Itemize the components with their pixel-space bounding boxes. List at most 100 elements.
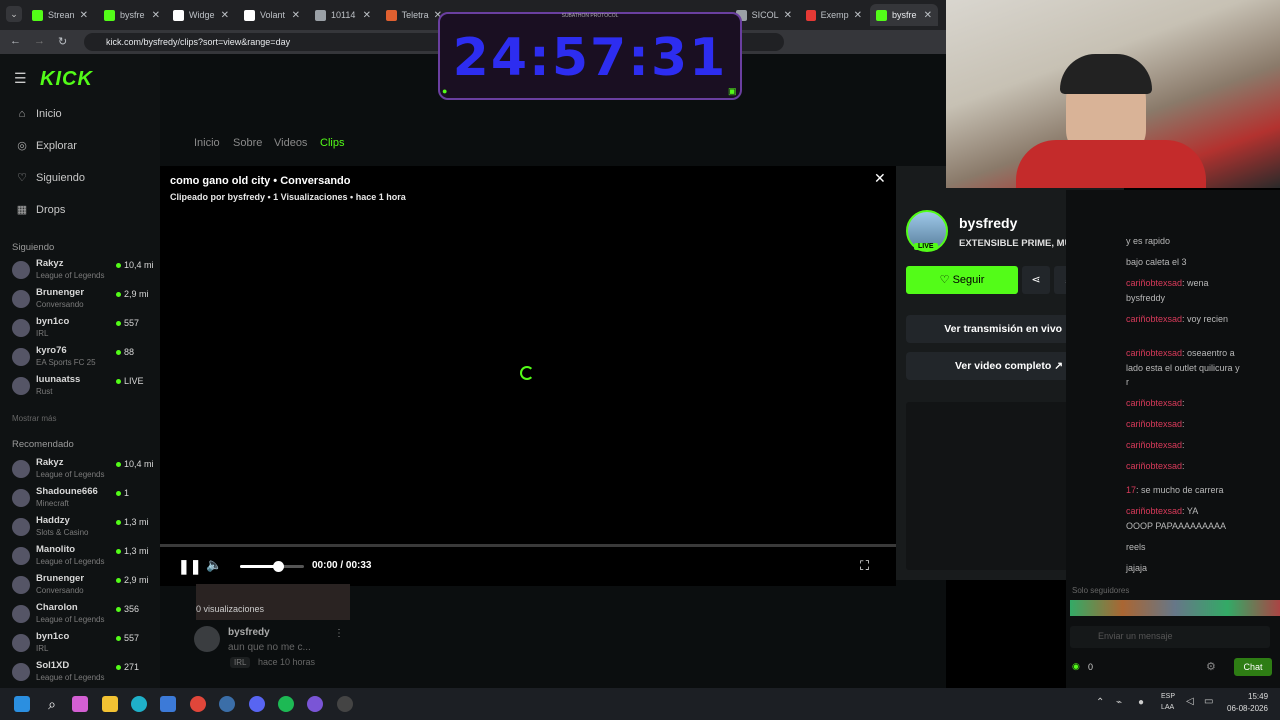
chat-username[interactable]: cariñobtexsad — [1126, 348, 1182, 358]
spotify-icon[interactable] — [278, 696, 294, 712]
favicon-icon — [173, 9, 184, 21]
browser-tab[interactable]: Exemp ✕ — [800, 4, 868, 26]
windows-start-icon[interactable] — [14, 696, 30, 712]
volume-icon[interactable]: 🔈 — [206, 557, 222, 573]
back-icon[interactable]: ← — [10, 35, 21, 47]
more-options-icon[interactable]: ⋮ — [334, 628, 344, 639]
battery-icon[interactable]: ▭ — [1204, 696, 1213, 707]
reload-icon[interactable]: ↻ — [58, 35, 67, 48]
close-icon[interactable]: ✕ — [854, 10, 862, 21]
nav-explorar[interactable]: ◎ Explorar — [16, 140, 77, 152]
pause-icon[interactable]: ❚❚ — [178, 558, 201, 575]
menu-icon[interactable]: ☰ — [14, 70, 27, 87]
close-icon[interactable]: ✕ — [292, 10, 300, 21]
speaker-icon[interactable]: ◁ — [1186, 696, 1194, 707]
favicon-icon — [386, 9, 397, 21]
volume-knob[interactable] — [273, 561, 285, 572]
close-icon[interactable]: ✕ — [80, 10, 88, 21]
close-icon[interactable]: ✕ — [784, 10, 792, 21]
close-icon[interactable]: ✕ — [152, 10, 160, 21]
tray-chevron-icon[interactable]: ⌃ — [1096, 697, 1104, 708]
sidebar-channel[interactable]: Brunenger Conversando 2,9 mi — [12, 573, 160, 601]
chat-message: lado esta el outlet quilicura y — [1126, 363, 1240, 373]
sidebar-channel[interactable]: Charolon League of Legends 356 — [12, 602, 160, 630]
forward-icon[interactable]: → — [34, 35, 45, 47]
share-button[interactable]: ⋖ — [1022, 266, 1050, 294]
nav-siguiendo[interactable]: ♡ Siguiendo — [16, 172, 85, 184]
show-more-link[interactable]: Mostrar más — [12, 414, 56, 423]
sidebar-channel[interactable]: Shadoune666 Minecraft 1 — [12, 486, 160, 514]
tab-list-button[interactable]: ⌄ — [6, 6, 22, 22]
nav-drops[interactable]: ▦ Drops — [16, 204, 66, 216]
gear-icon[interactable]: ⚙ — [1206, 660, 1216, 673]
browser-tab[interactable]: Widge ✕ — [167, 4, 235, 26]
tray-date[interactable]: 06-08-2026 — [1227, 704, 1268, 713]
chat-text: : — [1182, 398, 1185, 408]
chat-username[interactable]: cariñobtexsad — [1126, 419, 1182, 429]
sidebar-channel[interactable]: kyro76 EA Sports FC 25 88 — [12, 345, 160, 373]
chrome-icon[interactable] — [190, 696, 206, 712]
follow-button[interactable]: ♡ Seguir — [906, 266, 1018, 294]
browser-tab[interactable]: bysfre ✕ — [870, 4, 938, 26]
sidebar-channel[interactable]: Rakyz League of Legends 10,4 mi — [12, 457, 160, 485]
sidebar-channel[interactable]: byn1co IRL 557 — [12, 316, 160, 344]
browser-tab[interactable]: 10114 ✕ — [309, 4, 377, 26]
discord-icon[interactable] — [249, 696, 265, 712]
tab-sobre[interactable]: Sobre — [233, 137, 262, 149]
fullscreen-icon[interactable]: ⛶ — [860, 558, 869, 574]
sidebar-channel[interactable]: Haddzy Slots & Casino 1,3 mi — [12, 515, 160, 543]
steam-icon[interactable] — [219, 696, 235, 712]
volume-slider[interactable] — [240, 565, 304, 568]
tab-clips[interactable]: Clips — [320, 137, 344, 149]
channel-category: League of Legends — [36, 557, 105, 566]
sidebar-channel[interactable]: byn1co IRL 557 — [12, 631, 160, 659]
browser-tab[interactable]: Strean ✕ — [26, 4, 94, 26]
sidebar-channel[interactable]: Rakyz League of Legends 10,4 mi — [12, 258, 160, 286]
viewer-count-text: 356 — [124, 604, 140, 614]
sidebar-channel[interactable]: Brunenger Conversando 2,9 mi — [12, 287, 160, 315]
chat-username[interactable]: cariñobtexsad — [1126, 461, 1182, 471]
chat-username[interactable]: cariñobtexsad — [1126, 278, 1182, 288]
tab-inicio[interactable]: Inicio — [194, 137, 220, 149]
edge-icon[interactable] — [131, 696, 147, 712]
panel-channel-name[interactable]: bysfredy — [959, 215, 1017, 231]
channel-category: IRL — [36, 329, 49, 338]
obs-icon[interactable] — [307, 696, 323, 712]
below-channel[interactable]: bysfredy — [228, 627, 270, 638]
search-icon[interactable]: ⌕ — [44, 696, 60, 712]
store-icon[interactable] — [160, 696, 176, 712]
tab-label: bysfre — [120, 10, 145, 20]
close-icon[interactable]: ✕ — [874, 170, 886, 187]
nav-inicio[interactable]: ⌂ Inicio — [16, 108, 62, 120]
file-explorer-icon[interactable] — [102, 696, 118, 712]
chat-username[interactable]: 17 — [1126, 485, 1136, 495]
network-icon[interactable]: ⌁ — [1116, 697, 1122, 708]
close-icon[interactable]: ✕ — [924, 10, 932, 21]
browser-tab[interactable]: bysfre ✕ — [98, 4, 166, 26]
close-icon[interactable]: ✕ — [221, 10, 229, 21]
sidebar-channel[interactable]: luunaatss Rust LIVE — [12, 374, 160, 402]
app-icon[interactable] — [337, 696, 353, 712]
sidebar-channel[interactable]: Sol1XD League of Legends 271 — [12, 660, 160, 688]
copilot-icon[interactable] — [72, 696, 88, 712]
chat-username[interactable]: cariñobtexsad — [1126, 398, 1182, 408]
chat-username[interactable]: cariñobtexsad — [1126, 314, 1182, 324]
tray-lang[interactable]: ESP — [1161, 693, 1175, 700]
sidebar-channel[interactable]: Manolito League of Legends 1,3 mi — [12, 544, 160, 572]
chat-username[interactable]: cariñobtexsad — [1126, 440, 1182, 450]
progress-bar[interactable] — [160, 544, 896, 547]
clip-thumbnail[interactable] — [196, 584, 350, 620]
kick-logo[interactable]: KICK — [40, 68, 93, 91]
live-dot-icon — [116, 379, 121, 385]
chat-username[interactable]: cariñobtexsad — [1126, 506, 1182, 516]
channel-category: Rust — [36, 387, 53, 396]
tray-layout[interactable]: LAA — [1161, 704, 1174, 711]
chat-input[interactable]: Enviar un mensaje — [1070, 626, 1270, 648]
close-icon[interactable]: ✕ — [363, 10, 371, 21]
tray-time[interactable]: 15:49 — [1248, 692, 1268, 701]
browser-tab[interactable]: Volant ✕ — [238, 4, 306, 26]
chat-message: cariñobtexsad: oseaentro a — [1126, 348, 1235, 358]
chat-send-button[interactable]: Chat — [1234, 658, 1272, 676]
tab-videos[interactable]: Videos — [274, 137, 307, 149]
mic-icon[interactable]: ● — [1138, 697, 1144, 708]
